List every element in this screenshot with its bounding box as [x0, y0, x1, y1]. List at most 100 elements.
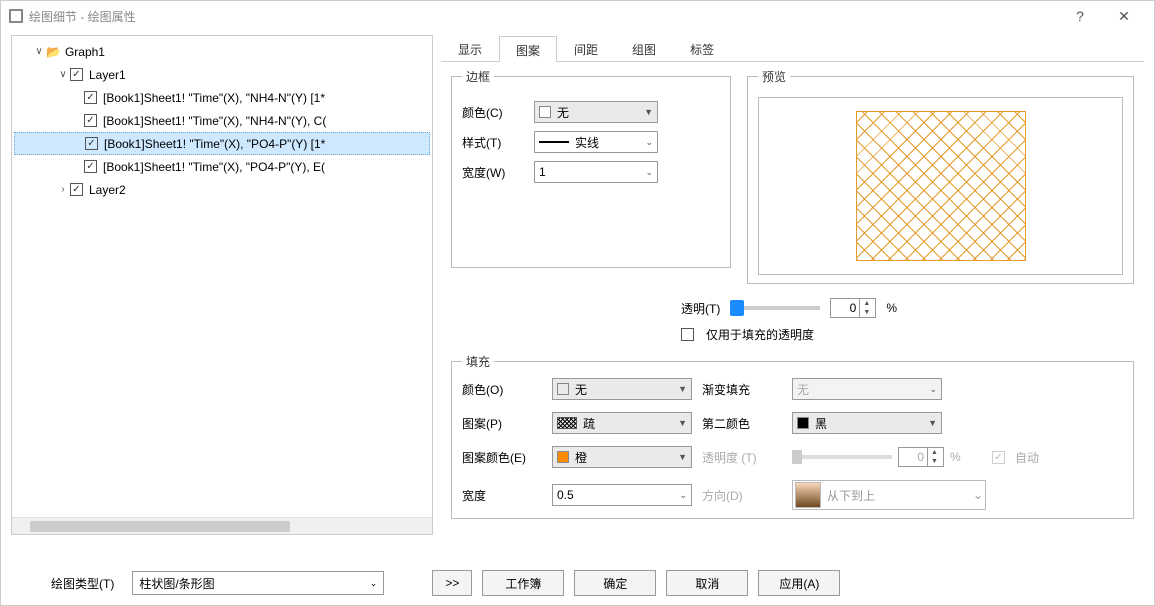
chevron-down-icon: ▼ — [678, 452, 687, 462]
workbook-button[interactable]: 工作簿 — [482, 570, 564, 596]
titlebar: 绘图细节 - 绘图属性 ? ✕ — [1, 1, 1154, 31]
trans2-label: 透明度 (T) — [702, 449, 792, 466]
pct-label: % — [886, 301, 897, 315]
transparency-label: 透明(T) — [681, 300, 720, 317]
pattern-label: 图案(P) — [462, 415, 552, 432]
cancel-button[interactable]: 取消 — [666, 570, 748, 596]
fill-only-checkbox[interactable] — [681, 328, 694, 341]
auto-label: 自动 — [1015, 449, 1039, 466]
transparency-spinner[interactable]: ▲▼ — [830, 298, 876, 318]
tab-display[interactable]: 显示 — [441, 35, 499, 61]
chevron-down-icon: ▼ — [928, 418, 937, 428]
gradient-swatch-icon — [795, 482, 821, 508]
chevron-down-icon: ▼ — [644, 107, 653, 117]
checkbox[interactable] — [85, 137, 98, 150]
tree-node-graph[interactable]: ∨ 📂 Graph1 — [14, 40, 430, 63]
border-style-combo[interactable]: 实线 ⌄ — [534, 131, 658, 153]
checkbox[interactable] — [84, 160, 97, 173]
chevron-right-icon[interactable]: › — [56, 184, 70, 195]
up-icon[interactable]: ▲ — [860, 299, 873, 308]
plot-type-label: 绘图类型(T) — [51, 575, 114, 592]
down-icon[interactable]: ▼ — [860, 308, 873, 317]
tree-label: Layer2 — [89, 183, 126, 197]
border-color-combo[interactable]: 无 ▼ — [534, 101, 658, 123]
checkbox[interactable] — [84, 91, 97, 104]
window-title: 绘图细节 - 绘图属性 — [29, 8, 1058, 25]
chevron-down-icon: ⌄ — [645, 137, 653, 148]
tree-label: [Book1]Sheet1! "Time"(X), "NH4-N"(Y) [1* — [103, 91, 325, 105]
folder-icon: 📂 — [46, 45, 61, 59]
pattern-color-combo[interactable]: 橙 ▼ — [552, 446, 692, 468]
border-group: 边框 颜色(C) 无 ▼ 样式(T) — [451, 68, 731, 268]
fill-color-label: 颜色(O) — [462, 381, 552, 398]
chevron-down-icon[interactable]: ∨ — [32, 46, 46, 57]
color2-label: 第二颜色 — [702, 415, 792, 432]
tree-label: [Book1]Sheet1! "Time"(X), "NH4-N"(Y), C( — [103, 114, 326, 128]
tree-node-layer2[interactable]: › Layer2 — [14, 178, 430, 201]
footer: 绘图类型(T) 柱状图/条形图 ⌄ >> 工作簿 确定 取消 应用(A) — [1, 561, 1154, 605]
border-width-combo[interactable]: 1 ⌄ — [534, 161, 658, 183]
line-style-icon — [539, 141, 569, 143]
fill-only-label: 仅用于填充的透明度 — [706, 326, 814, 343]
tree-node-plot-selected[interactable]: [Book1]Sheet1! "Time"(X), "PO4-P"(Y) [1* — [14, 132, 430, 155]
expand-button[interactable]: >> — [432, 570, 472, 596]
chevron-down-icon[interactable]: ∨ — [56, 69, 70, 80]
hatch-icon — [557, 417, 577, 429]
tab-pattern[interactable]: 图案 — [499, 36, 557, 62]
transparency-input[interactable] — [831, 299, 859, 317]
border-style-label: 样式(T) — [462, 134, 534, 151]
fill-group: 填充 颜色(O) 无 ▼ 渐变填充 无 ⌄ — [451, 353, 1134, 519]
color-swatch-icon — [557, 451, 569, 463]
chevron-down-icon: ▼ — [678, 418, 687, 428]
tree-node-plot[interactable]: [Book1]Sheet1! "Time"(X), "NH4-N"(Y) [1* — [14, 86, 430, 109]
ok-button[interactable]: 确定 — [574, 570, 656, 596]
fill-width-label: 宽度 — [462, 487, 552, 504]
tab-label[interactable]: 标签 — [673, 35, 731, 61]
horizontal-scrollbar[interactable] — [12, 517, 432, 534]
checkbox[interactable] — [84, 114, 97, 127]
color2-combo[interactable]: 黑 ▼ — [792, 412, 942, 434]
auto-checkbox — [992, 451, 1005, 464]
pattern-preview — [856, 111, 1026, 261]
tree-node-layer1[interactable]: ∨ Layer1 — [14, 63, 430, 86]
preview-area — [758, 97, 1123, 275]
tree-label: [Book1]Sheet1! "Time"(X), "PO4-P"(Y) [1* — [104, 137, 325, 151]
plot-type-combo[interactable]: 柱状图/条形图 ⌄ — [132, 571, 384, 595]
chevron-down-icon: ⌄ — [679, 490, 687, 501]
color-swatch-icon — [797, 417, 809, 429]
app-icon — [9, 9, 23, 23]
border-width-label: 宽度(W) — [462, 164, 534, 181]
trans2-spinner: ▲▼ — [898, 447, 944, 467]
color-swatch-icon — [539, 106, 551, 118]
apply-button[interactable]: 应用(A) — [758, 570, 840, 596]
close-button[interactable]: ✕ — [1102, 2, 1146, 30]
chevron-down-icon: ⌄ — [973, 488, 983, 502]
gradient-label: 渐变填充 — [702, 381, 792, 398]
object-tree[interactable]: ∨ 📂 Graph1 ∨ Layer1 [Book1]Sheet1! "Time… — [11, 35, 433, 535]
transparency-slider[interactable] — [730, 306, 820, 310]
checkbox[interactable] — [70, 183, 83, 196]
tree-label: Graph1 — [65, 45, 105, 59]
tree-node-plot[interactable]: [Book1]Sheet1! "Time"(X), "PO4-P"(Y), E( — [14, 155, 430, 178]
chevron-down-icon: ▼ — [678, 384, 687, 394]
pattern-color-label: 图案颜色(E) — [462, 449, 552, 466]
chevron-down-icon: ⌄ — [645, 167, 653, 178]
gradient-combo: 无 ⌄ — [792, 378, 942, 400]
chevron-down-icon: ⌄ — [929, 384, 937, 395]
color-swatch-icon — [557, 383, 569, 395]
checkbox[interactable] — [70, 68, 83, 81]
direction-label: 方向(D) — [702, 487, 792, 504]
fill-width-combo[interactable]: 0.5 ⌄ — [552, 484, 692, 506]
preview-group: 预览 — [747, 68, 1134, 284]
tab-bar: 显示 图案 间距 组图 标签 — [441, 35, 1144, 62]
border-color-label: 颜色(C) — [462, 104, 534, 121]
tree-label: [Book1]Sheet1! "Time"(X), "PO4-P"(Y), E( — [103, 160, 325, 174]
tree-node-plot[interactable]: [Book1]Sheet1! "Time"(X), "NH4-N"(Y), C( — [14, 109, 430, 132]
help-button[interactable]: ? — [1058, 2, 1102, 30]
trans2-slider — [792, 455, 892, 459]
pattern-combo[interactable]: 疏 ▼ — [552, 412, 692, 434]
tab-spacing[interactable]: 间距 — [557, 35, 615, 61]
direction-combo: 从下到上 ⌄ — [792, 480, 986, 510]
tab-group[interactable]: 组图 — [615, 35, 673, 61]
fill-color-combo[interactable]: 无 ▼ — [552, 378, 692, 400]
